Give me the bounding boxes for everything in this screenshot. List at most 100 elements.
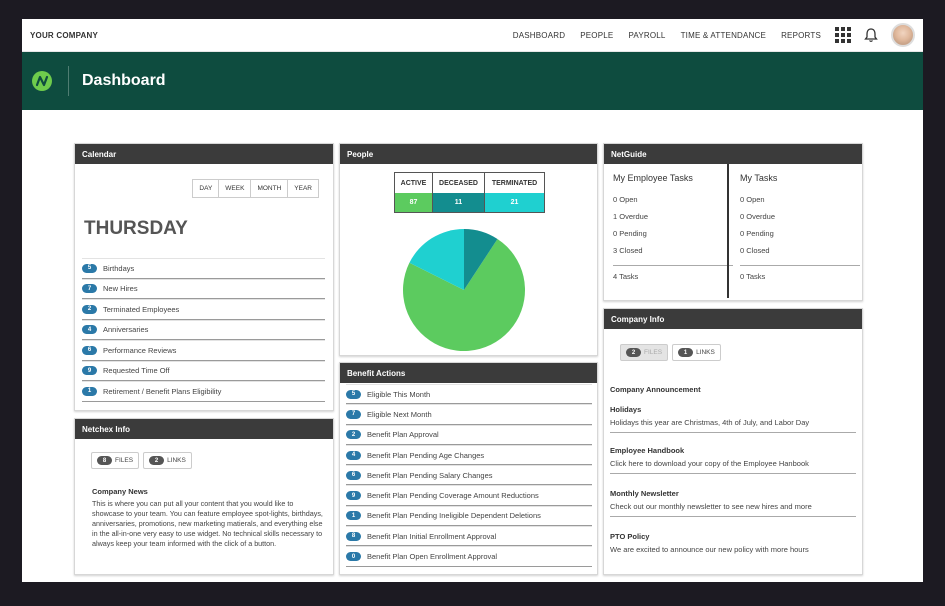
list-item[interactable]: 1 Benefit Plan Pending Ineligible Depende… [346,505,592,527]
employee-task-closed[interactable]: 3 Closed [613,246,733,263]
list-item[interactable]: 6 Performance Reviews [82,340,325,361]
list-item[interactable]: 6 Benefit Plan Pending Salary Changes [346,465,592,486]
files-pill-label: FILES [115,457,134,464]
employee-task-overdue[interactable]: 1 Overdue [613,212,733,229]
section-text: Holidays this year are Christmas, 4th of… [610,418,856,433]
calendar-event-list: 5 Birthdays 7 New Hires 2 Terminated Employ… [82,258,325,402]
list-item-label: Anniversaries [103,325,149,335]
view-day-button[interactable]: DAY [193,180,220,197]
benefit-actions-title: Benefit Actions [340,363,597,383]
links-pill[interactable]: 2 LINKS [143,452,192,469]
files-count-badge: 8 [97,456,112,465]
my-task-pending[interactable]: 0 Pending [740,229,860,246]
nav-reports[interactable]: REPORTS [781,31,821,40]
people-pie-chart [403,229,525,351]
my-task-open[interactable]: 0 Open [740,195,860,212]
nav-dashboard[interactable]: DASHBOARD [513,31,565,40]
section-title: Monthly Newsletter [610,489,679,498]
nav-payroll[interactable]: PAYROLL [628,31,665,40]
list-item[interactable]: 5 Birthdays [82,258,325,279]
netchex-info-title: Netchex Info [75,419,333,439]
files-pill-label: FILES [644,349,663,356]
list-item[interactable]: 4 Anniversaries [82,319,325,340]
page-title: Dashboard [82,72,166,89]
stat-active-value: 87 [395,193,432,212]
app-frame: YOUR COMPANY DASHBOARD PEOPLE PAYROLL TI… [22,19,923,582]
benefit-actions-list: 5 Eligible This Month 7 Eligible Next Mont… [346,384,592,567]
list-item-label: New Hires [103,284,138,294]
count-badge: 5 [346,389,361,399]
stat-deceased-header: DECEASED [439,179,478,187]
view-month-button[interactable]: MONTH [251,180,289,197]
company-announcement-title: Company Announcement [610,385,701,394]
avatar[interactable] [891,23,915,47]
company-news-title: Company News [92,487,148,496]
section-title: PTO Policy [610,532,650,541]
count-badge: 9 [82,366,97,376]
company-news-text: This is where you can put all your conte… [92,499,323,548]
count-badge: 2 [82,304,97,314]
list-item-label: Benefit Plan Open Enrollment Approval [367,552,498,562]
list-item[interactable]: 2 Benefit Plan Approval [346,424,592,445]
stat-deceased[interactable]: DECEASED 11 [433,173,485,212]
calendar-view-switcher: DAY WEEK MONTH YEAR [192,179,319,198]
list-item-label: Benefit Plan Pending Ineligible Dependen… [367,511,541,521]
nav-people[interactable]: PEOPLE [580,31,613,40]
list-item-label: Terminated Employees [103,304,180,314]
calendar-card: Calendar DAY WEEK MONTH YEAR THURSDAY 5B… [74,143,334,411]
pto-policy-section[interactable]: PTO Policy We are excited to announce ou… [610,532,856,559]
list-item[interactable]: 7 Eligible Next Month [346,404,592,425]
main-nav: DASHBOARD PEOPLE PAYROLL TIME & ATTENDAN… [498,23,915,47]
nav-time-attendance[interactable]: TIME & ATTENDANCE [681,31,766,40]
list-item[interactable]: 8 Benefit Plan Initial Enrollment Approva… [346,526,592,547]
section-text: Click here to download your copy of the … [610,459,856,474]
list-item[interactable]: 4 Benefit Plan Pending Age Changes [346,444,592,466]
employee-task-open[interactable]: 0 Open [613,195,733,212]
list-item[interactable]: 9 Benefit Plan Pending Coverage Amount Re… [346,485,592,506]
count-badge: 2 [346,430,361,440]
my-task-closed[interactable]: 0 Closed [740,246,860,263]
list-item-label: Benefit Plan Pending Coverage Amount Red… [367,491,539,501]
list-item[interactable]: 0 Benefit Plan Open Enrollment Approval [346,546,592,567]
employee-task-pending[interactable]: 0 Pending [613,229,733,246]
list-item-label: Performance Reviews [103,345,177,355]
monthly-newsletter-section[interactable]: Monthly Newsletter Check out our monthly… [610,489,856,517]
files-pill[interactable]: 2 FILES [620,344,669,361]
links-pill-label: LINKS [696,349,715,356]
section-title: Holidays [610,405,642,414]
employee-handbook-section[interactable]: Employee Handbook Click here to download… [610,446,856,474]
list-item[interactable]: 7 New Hires [82,278,325,299]
count-badge: 5 [82,263,97,273]
links-pill[interactable]: 1 LINKS [672,344,721,361]
count-badge: 6 [346,470,361,480]
section-text: Check out our monthly newsletter to see … [610,502,856,517]
count-badge: 7 [82,284,97,294]
holidays-section[interactable]: Holidays Holidays this year are Christma… [610,405,856,433]
view-year-button[interactable]: YEAR [288,180,318,197]
list-item[interactable]: 2 Terminated Employees [82,299,325,320]
employee-task-total: 4 Tasks [613,265,733,282]
list-item-label: Eligible Next Month [367,409,432,419]
stat-terminated-header: TERMINATED [491,179,538,187]
list-item[interactable]: 9 Requested Time Off [82,360,325,381]
view-week-button[interactable]: WEEK [219,180,252,197]
list-item[interactable]: 1 Retirement / Benefit Plans Eligibility [82,381,325,402]
list-item-label: Benefit Plan Initial Enrollment Approval [367,531,497,541]
bell-icon[interactable] [863,27,879,43]
header-divider [68,66,69,96]
count-badge: 9 [346,491,361,501]
netchex-pill-row: 8 FILES 2 LINKS [91,452,196,469]
list-item-label: Eligible This Month [367,389,431,399]
links-pill-label: LINKS [167,457,186,464]
list-item[interactable]: 5 Eligible This Month [346,384,592,405]
list-item-label: Birthdays [103,263,135,273]
stat-terminated[interactable]: TERMINATED 21 [485,173,544,212]
my-task-overdue[interactable]: 0 Overdue [740,212,860,229]
stat-active[interactable]: ACTIVE 87 [395,173,433,212]
company-name: YOUR COMPANY [30,30,99,40]
count-badge: 1 [82,386,97,396]
company-info-title: Company Info [604,309,862,329]
files-pill[interactable]: 8 FILES [91,452,140,469]
apps-grid-icon[interactable] [835,27,851,43]
calendar-card-title: Calendar [75,144,333,164]
